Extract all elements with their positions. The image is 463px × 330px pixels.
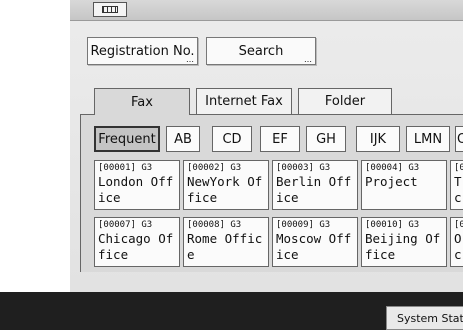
entry-name: Tc — [454, 174, 462, 205]
more-dots-icon: … — [186, 55, 194, 64]
entry-name: Chicago Office — [98, 231, 174, 262]
filter-frequent-label: Frequent — [98, 131, 156, 147]
destination-entry[interactable]: [00009] G3 Moscow Office — [272, 217, 358, 267]
tab-fax-label: Fax — [131, 94, 153, 110]
entry-name: Oc — [454, 231, 462, 262]
filter-ef[interactable]: EF — [260, 126, 300, 152]
filter-frequent[interactable]: Frequent — [94, 126, 160, 152]
destination-entry[interactable]: [00010] G3 Beijing Office — [361, 217, 447, 267]
destination-entry[interactable]: [00003] G3 Berlin Office — [272, 160, 358, 210]
destination-entry[interactable]: [00008] G3 Rome Office — [183, 217, 269, 267]
destination-entry[interactable]: [00004] G3 Project — [361, 160, 447, 210]
filter-lmn[interactable]: LMN — [406, 126, 450, 152]
tab-folder[interactable]: Folder — [298, 88, 392, 114]
tab-internet-fax[interactable]: Internet Fax — [196, 88, 292, 114]
tab-internet-fax-label: Internet Fax — [205, 94, 283, 109]
entry-name: Moscow Office — [276, 231, 352, 262]
filter-lmn-label: LMN — [413, 131, 443, 147]
destination-entry[interactable]: [0 Tc — [450, 160, 463, 210]
registration-no-button[interactable]: Registration No. … — [87, 37, 198, 65]
destination-entry[interactable]: [00002] G3 NewYork Office — [183, 160, 269, 210]
tab-folder-label: Folder — [324, 94, 366, 109]
entry-name: Project — [365, 174, 418, 189]
entry-name: Beijing Office — [365, 231, 441, 262]
system-status-label: System Statu — [397, 311, 463, 325]
keypad-grid-icon — [102, 6, 118, 13]
destination-entry[interactable]: [00007] G3 Chicago Office — [94, 217, 180, 267]
filter-ab-label: AB — [174, 131, 192, 147]
filter-cd[interactable]: CD — [212, 126, 252, 152]
top-toolbar — [70, 0, 463, 21]
search-button[interactable]: Search … — [206, 37, 316, 65]
more-dots-icon: … — [304, 55, 312, 64]
keypad-button[interactable] — [93, 2, 127, 17]
entry-name: London Office — [98, 174, 174, 205]
filter-o[interactable]: O — [455, 126, 463, 152]
filter-ab[interactable]: AB — [166, 126, 200, 152]
entry-code: [00003] G3 — [276, 163, 331, 173]
filter-ef-label: EF — [272, 131, 288, 147]
entry-code: [00004] G3 — [365, 163, 420, 173]
filter-gh[interactable]: GH — [306, 126, 346, 152]
filter-ijk[interactable]: IJK — [356, 126, 400, 152]
entry-name: Rome Office — [187, 231, 263, 262]
system-status-button[interactable]: System Statu — [386, 306, 463, 330]
entry-code: [00008] G3 — [187, 220, 242, 230]
filter-ijk-label: IJK — [369, 131, 387, 147]
filter-gh-label: GH — [316, 131, 336, 147]
entry-name: Berlin Office — [276, 174, 352, 205]
filter-cd-label: CD — [222, 131, 242, 147]
registration-no-label: Registration No. — [90, 43, 195, 59]
search-label: Search — [238, 43, 284, 59]
entry-code: [00001] G3 — [98, 163, 153, 173]
entry-name: NewYork Office — [187, 174, 263, 205]
entry-code: [00002] G3 — [187, 163, 242, 173]
destination-entry[interactable]: [0 Oc — [450, 217, 463, 267]
entry-code: [00010] G3 — [365, 220, 420, 230]
entry-code: [00007] G3 — [98, 220, 153, 230]
filter-o-label: O — [457, 132, 463, 147]
destination-entry[interactable]: [00001] G3 London Office — [94, 160, 180, 210]
entry-code: [00009] G3 — [276, 220, 331, 230]
entry-code: [0 — [454, 220, 463, 230]
tab-fax[interactable]: Fax — [94, 88, 190, 115]
entry-code: [0 — [454, 163, 463, 173]
